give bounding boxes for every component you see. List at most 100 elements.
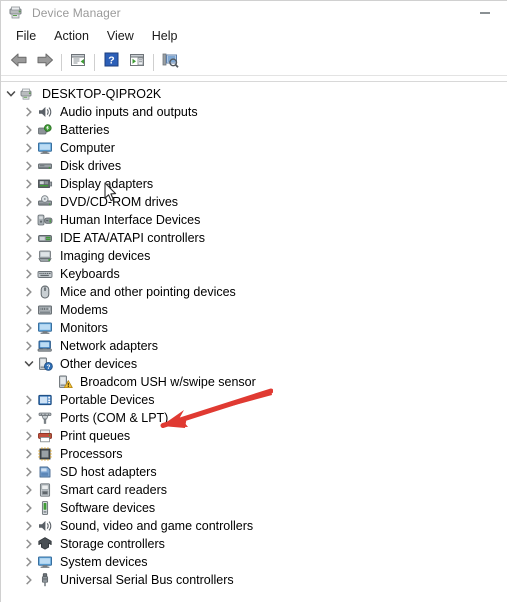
properties-button[interactable] — [65, 50, 91, 74]
tree-item-label: IDE ATA/ATAPI controllers — [60, 231, 205, 245]
properties-icon — [70, 52, 86, 73]
chevron-right-icon[interactable] — [21, 157, 37, 175]
tree-item[interactable]: Disk drives — [1, 157, 507, 175]
unknown-device-icon: ? — [37, 356, 53, 372]
tree-item[interactable]: Broadcom USH w/swipe sensor — [1, 373, 507, 391]
forward-arrow-icon — [36, 52, 54, 73]
chevron-right-icon[interactable] — [21, 517, 37, 535]
scan-for-hardware-changes-button[interactable] — [157, 50, 183, 74]
ide-controller-icon — [37, 230, 53, 246]
tree-item-label: SD host adapters — [60, 465, 157, 479]
tree-item-label: Network adapters — [60, 339, 158, 353]
chevron-right-icon[interactable] — [21, 337, 37, 355]
chevron-right-icon[interactable] — [21, 283, 37, 301]
tree-item[interactable]: Human Interface Devices — [1, 211, 507, 229]
tree-item[interactable]: Software devices — [1, 499, 507, 517]
tree-item[interactable]: SD host adapters — [1, 463, 507, 481]
chevron-right-icon[interactable] — [21, 499, 37, 517]
chevron-right-icon[interactable] — [21, 319, 37, 337]
minimize-button[interactable] — [462, 1, 507, 25]
tree-item[interactable]: Network adapters — [1, 337, 507, 355]
modem-icon — [37, 302, 53, 318]
tree-item[interactable]: DVD/CD-ROM drives — [1, 193, 507, 211]
toolbar: ? — [1, 49, 507, 76]
tree-item-label: Modems — [60, 303, 108, 317]
show-hidden-devices-button[interactable] — [124, 50, 150, 74]
chevron-right-icon[interactable] — [21, 247, 37, 265]
tree-item-label: Ports (COM & LPT) — [60, 411, 169, 425]
chevron-right-icon[interactable] — [21, 463, 37, 481]
chevron-right-icon[interactable] — [21, 571, 37, 589]
chevron-right-icon[interactable] — [21, 535, 37, 553]
chevron-right-icon[interactable] — [21, 121, 37, 139]
help-button[interactable]: ? — [98, 50, 124, 74]
tree-item-label: Audio inputs and outputs — [60, 105, 198, 119]
show-hidden-devices-icon — [129, 52, 145, 73]
menu-file[interactable]: File — [7, 27, 45, 47]
tree-item[interactable]: Processors — [1, 445, 507, 463]
tree-item[interactable]: Sound, video and game controllers — [1, 517, 507, 535]
warning-device-icon — [57, 374, 73, 390]
toolbar-separator-1 — [61, 53, 62, 71]
tree-item-label: Disk drives — [60, 159, 122, 173]
tree-item[interactable]: Imaging devices — [1, 247, 507, 265]
tree-item[interactable]: IDE ATA/ATAPI controllers — [1, 229, 507, 247]
tree-item[interactable]: Storage controllers — [1, 535, 507, 553]
chevron-right-icon[interactable] — [21, 229, 37, 247]
tree-item-label: Sound, video and game controllers — [60, 519, 254, 533]
tree-item-label: Mice and other pointing devices — [60, 285, 236, 299]
tree-root-row[interactable]: DESKTOP-QIPRO2K — [1, 85, 507, 103]
tree-item[interactable]: System devices — [1, 553, 507, 571]
tree-item[interactable]: Computer — [1, 139, 507, 157]
sd-adapter-icon — [37, 464, 53, 480]
forward-button[interactable] — [32, 50, 58, 74]
tree-item[interactable]: Mice and other pointing devices — [1, 283, 507, 301]
speaker-icon — [37, 518, 53, 534]
chevron-right-icon[interactable] — [21, 481, 37, 499]
tree-item-label: Portable Devices — [60, 393, 155, 407]
tree-item[interactable]: Universal Serial Bus controllers — [1, 571, 507, 589]
chevron-down-icon[interactable] — [3, 85, 19, 103]
back-arrow-icon — [10, 52, 28, 73]
tree-item[interactable]: Audio inputs and outputs — [1, 103, 507, 121]
tree-item-label: Monitors — [60, 321, 108, 335]
tree-item[interactable]: Monitors — [1, 319, 507, 337]
menu-help[interactable]: Help — [143, 27, 187, 47]
monitor-icon — [37, 554, 53, 570]
device-tree[interactable]: DESKTOP-QIPRO2K Audio inputs and outputs… — [1, 82, 507, 601]
tree-item[interactable]: Print queues — [1, 427, 507, 445]
tree-item-label: Print queues — [60, 429, 131, 443]
tree-item[interactable]: Display adapters — [1, 175, 507, 193]
minimize-icon — [479, 12, 490, 14]
printer-icon — [37, 428, 53, 444]
monitor-icon — [37, 320, 53, 336]
smart-card-reader-icon — [37, 482, 53, 498]
tree-item-label: Smart card readers — [60, 483, 167, 497]
chevron-right-icon[interactable] — [21, 553, 37, 571]
chevron-right-icon[interactable] — [21, 445, 37, 463]
menu-action[interactable]: Action — [45, 27, 98, 47]
tree-item[interactable]: ? Other devices — [1, 355, 507, 373]
chevron-down-icon[interactable] — [21, 355, 37, 373]
tree-item[interactable]: Smart card readers — [1, 481, 507, 499]
chevron-right-icon[interactable] — [21, 103, 37, 121]
chevron-right-icon[interactable] — [21, 175, 37, 193]
chevron-right-icon[interactable] — [21, 211, 37, 229]
tree-item[interactable]: Batteries — [1, 121, 507, 139]
chevron-right-icon[interactable] — [21, 391, 37, 409]
chevron-right-icon[interactable] — [21, 265, 37, 283]
chevron-right-icon[interactable] — [21, 427, 37, 445]
chevron-right-icon[interactable] — [21, 409, 37, 427]
tree-item[interactable]: Keyboards — [1, 265, 507, 283]
chevron-right-icon[interactable] — [21, 301, 37, 319]
chevron-right-icon[interactable] — [21, 193, 37, 211]
tree-item[interactable]: Modems — [1, 301, 507, 319]
tree-item[interactable]: Portable Devices — [1, 391, 507, 409]
menu-view[interactable]: View — [98, 27, 143, 47]
toolbar-separator-3 — [153, 53, 154, 71]
tree-item-label: Broadcom USH w/swipe sensor — [80, 375, 256, 389]
tree-item[interactable]: Ports (COM & LPT) — [1, 409, 507, 427]
tree-item-label: Imaging devices — [60, 249, 151, 263]
chevron-right-icon[interactable] — [21, 139, 37, 157]
back-button[interactable] — [6, 50, 32, 74]
